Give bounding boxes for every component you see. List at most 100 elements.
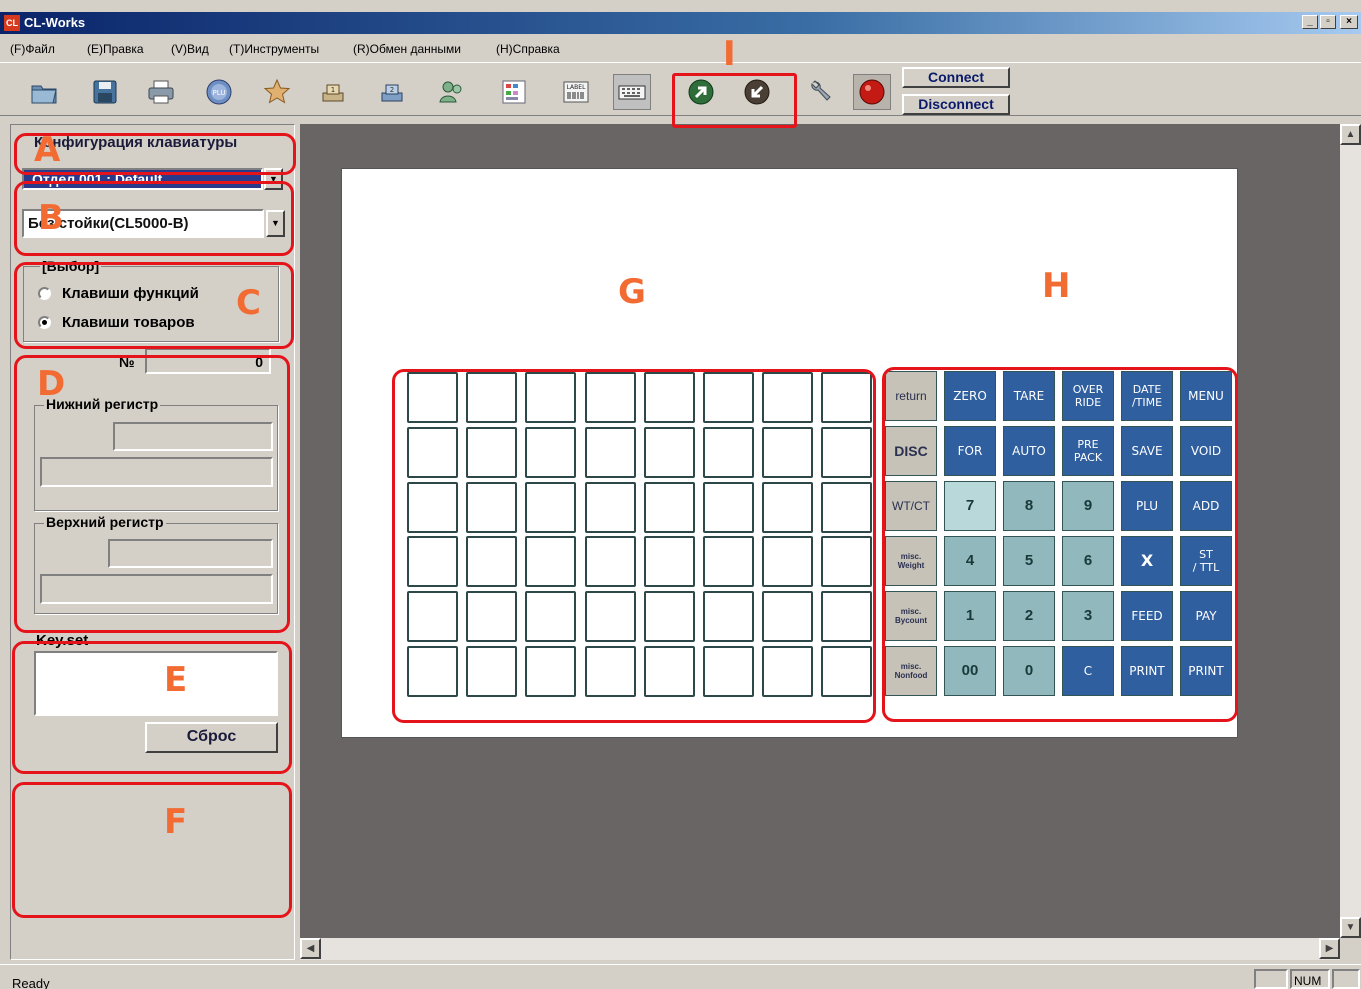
- function-key[interactable]: return: [885, 371, 937, 421]
- function-key[interactable]: C: [1062, 646, 1114, 696]
- keyboard-icon[interactable]: [613, 74, 651, 110]
- function-key[interactable]: 9: [1062, 481, 1114, 531]
- menu-tools[interactable]: (T)Инструменты: [229, 42, 319, 56]
- function-key[interactable]: FOR: [944, 426, 996, 476]
- goods-key[interactable]: [703, 646, 754, 697]
- function-key[interactable]: OVER RIDE: [1062, 371, 1114, 421]
- function-key[interactable]: misc. Bycount: [885, 591, 937, 641]
- function-key[interactable]: PAY: [1180, 591, 1232, 641]
- goods-key[interactable]: [762, 536, 813, 587]
- goods-key[interactable]: [585, 591, 636, 642]
- goods-key[interactable]: [407, 372, 458, 423]
- goods-key[interactable]: [525, 536, 576, 587]
- keyset-list[interactable]: [34, 651, 278, 716]
- function-key[interactable]: 4: [944, 536, 996, 586]
- palette-icon[interactable]: [495, 74, 533, 110]
- function-key[interactable]: DISC: [885, 426, 937, 476]
- goods-key[interactable]: [585, 427, 636, 478]
- function-key[interactable]: PRINT: [1121, 646, 1173, 696]
- function-key[interactable]: DATE /TIME: [1121, 371, 1173, 421]
- function-key[interactable]: 6: [1062, 536, 1114, 586]
- function-key[interactable]: PRINT: [1180, 646, 1232, 696]
- goods-key[interactable]: [644, 372, 695, 423]
- function-key[interactable]: MENU: [1180, 371, 1232, 421]
- goods-key[interactable]: [407, 646, 458, 697]
- goods-key[interactable]: [585, 372, 636, 423]
- goods-key[interactable]: [762, 482, 813, 533]
- goods-key[interactable]: [466, 482, 517, 533]
- goods-key[interactable]: [407, 536, 458, 587]
- menu-help[interactable]: (H)Справка: [496, 42, 560, 56]
- goods-key[interactable]: [703, 536, 754, 587]
- function-key[interactable]: misc. Weight: [885, 536, 937, 586]
- function-key[interactable]: AUTO: [1003, 426, 1055, 476]
- goods-key[interactable]: [585, 536, 636, 587]
- close-button[interactable]: ×: [1340, 15, 1358, 29]
- goods-key[interactable]: [525, 427, 576, 478]
- lower-register-code-field[interactable]: [113, 422, 273, 451]
- chevron-down-icon[interactable]: ▼: [266, 210, 285, 237]
- minimize-button[interactable]: _: [1302, 15, 1318, 29]
- goods-key[interactable]: [644, 536, 695, 587]
- function-key[interactable]: TARE: [1003, 371, 1055, 421]
- goods-key[interactable]: [821, 427, 872, 478]
- connect-button[interactable]: Connect: [902, 67, 1010, 88]
- goods-key[interactable]: [644, 482, 695, 533]
- goods-key[interactable]: [585, 482, 636, 533]
- goods-key[interactable]: [525, 482, 576, 533]
- goods-key[interactable]: [821, 536, 872, 587]
- function-key[interactable]: 1: [944, 591, 996, 641]
- goods-key[interactable]: [466, 646, 517, 697]
- key-number-field[interactable]: 0: [145, 348, 271, 374]
- scroll-down-icon[interactable]: ▼: [1340, 917, 1361, 938]
- menu-data-exchange[interactable]: (R)Обмен данными: [353, 42, 461, 56]
- goods-key[interactable]: [644, 591, 695, 642]
- function-key[interactable]: 0: [1003, 646, 1055, 696]
- goods-key[interactable]: [466, 427, 517, 478]
- function-key[interactable]: ZERO: [944, 371, 996, 421]
- department-select[interactable]: Отдел 001 : Default: [22, 168, 263, 190]
- radio-function-keys[interactable]: [38, 287, 51, 300]
- scroll-left-icon[interactable]: ◀: [300, 938, 321, 959]
- scale-1-icon[interactable]: 1: [314, 74, 352, 110]
- goods-key[interactable]: [466, 591, 517, 642]
- menu-file[interactable]: (F)Файл: [10, 42, 55, 56]
- goods-key[interactable]: [466, 372, 517, 423]
- tools-icon[interactable]: [802, 74, 840, 110]
- radio-goods-keys-label[interactable]: Клавиши товаров: [62, 314, 195, 331]
- function-key[interactable]: VOID: [1180, 426, 1232, 476]
- disconnect-button[interactable]: Disconnect: [902, 94, 1010, 115]
- menu-edit[interactable]: (E)Правка: [87, 42, 144, 56]
- function-key[interactable]: FEED: [1121, 591, 1173, 641]
- function-key[interactable]: 00: [944, 646, 996, 696]
- goods-key[interactable]: [466, 536, 517, 587]
- receive-down-icon[interactable]: [738, 74, 776, 110]
- chevron-down-icon[interactable]: ▼: [264, 168, 283, 190]
- horizontal-scrollbar[interactable]: ◀ ▶: [300, 938, 1340, 960]
- function-key[interactable]: ST / TTL: [1180, 536, 1232, 586]
- goods-key[interactable]: [525, 591, 576, 642]
- vertical-scrollbar[interactable]: ▲ ▼: [1340, 124, 1361, 938]
- radio-function-keys-label[interactable]: Клавиши функций: [62, 285, 199, 302]
- goods-key[interactable]: [703, 591, 754, 642]
- save-disk-icon[interactable]: [86, 74, 124, 110]
- goods-key[interactable]: [762, 591, 813, 642]
- scroll-up-icon[interactable]: ▲: [1340, 124, 1361, 145]
- goods-key[interactable]: [407, 482, 458, 533]
- maximize-button[interactable]: ▫: [1320, 15, 1336, 29]
- label-icon[interactable]: LABEL: [557, 74, 595, 110]
- function-key[interactable]: PRE PACK: [1062, 426, 1114, 476]
- function-key[interactable]: 7: [944, 481, 996, 531]
- function-key[interactable]: misc. Nonfood: [885, 646, 937, 696]
- upper-register-name-field[interactable]: [40, 574, 273, 604]
- goods-key[interactable]: [762, 427, 813, 478]
- function-key[interactable]: 3: [1062, 591, 1114, 641]
- scroll-right-icon[interactable]: ▶: [1319, 938, 1340, 959]
- goods-key[interactable]: [821, 591, 872, 642]
- radio-goods-keys[interactable]: [38, 316, 51, 329]
- goods-key[interactable]: [762, 372, 813, 423]
- menu-view[interactable]: (V)Вид: [171, 42, 209, 56]
- goods-key[interactable]: [703, 427, 754, 478]
- users-icon[interactable]: [432, 74, 470, 110]
- goods-key[interactable]: [585, 646, 636, 697]
